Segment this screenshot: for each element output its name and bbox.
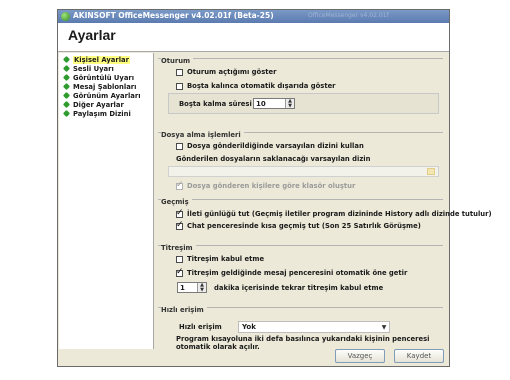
default-dir-field[interactable] [168, 166, 439, 177]
checkbox-label: Oturum açtığımı göster [187, 68, 277, 76]
sidebar-item-label: Sesli Uyarı [73, 64, 114, 73]
klasor-olustur-checkbox[interactable] [176, 180, 184, 190]
idle-time-stepper[interactable]: 10 ▲ ▼ [253, 98, 295, 109]
idle-time-label: Boşta kalma süresi [179, 100, 252, 108]
ileti-gunlugu-checkbox[interactable] [176, 208, 184, 218]
arrow-down-icon[interactable]: ▼ [198, 287, 206, 293]
page-title: Ayarlar [68, 27, 116, 43]
arrow-icon [63, 92, 70, 99]
group-title: Titreşim [161, 244, 196, 252]
ileti-gunlugu-checkbox-row[interactable]: İleti günlüğü tut (Geçmiş iletiler progr… [176, 208, 492, 218]
group-title: Dosya alma işlemleri [161, 131, 244, 139]
window-title: AKINSOFT OfficeMessenger v4.02.01f (Beta… [73, 11, 274, 20]
sidebar-item-goruntulu-uyari[interactable]: Görüntülü Uyarı [63, 73, 134, 82]
chevron-down-icon[interactable]: ▼ [379, 324, 389, 331]
arrow-icon [63, 56, 70, 63]
titresim-one-getir-checkbox[interactable] [176, 267, 184, 277]
sidebar-item-sesli-uyari[interactable]: Sesli Uyarı [63, 64, 114, 73]
group-title: Hızlı erişim [161, 306, 207, 314]
checkbox-label: Chat penceresinde kısa geçmiş tut (Son 2… [187, 222, 421, 230]
klasor-olustur-checkbox-row[interactable]: Dosya gönderen kişilere göre klasör oluş… [176, 180, 356, 190]
idle-time-value[interactable]: 10 [254, 100, 285, 108]
sidebar-item-paylasim-dizini[interactable]: Paylaşım Dizini [63, 109, 131, 118]
titresim-one-getir-checkbox-row[interactable]: Titreşim geldiğinde mesaj penceresini ot… [176, 267, 408, 277]
arrow-down-icon[interactable]: ▼ [286, 103, 294, 109]
save-button[interactable]: Kaydet [394, 349, 444, 363]
arrow-icon [63, 74, 70, 81]
varsayilan-dizin-checkbox[interactable] [176, 142, 183, 150]
titresim-minutes-label: dakika içerisinde tekrar titreşim kabul … [214, 284, 384, 292]
hizli-erisim-select[interactable]: Yok ▼ [238, 321, 390, 333]
settings-content: Oturum Oturum açtığımı göster Boşta kalı… [155, 53, 492, 351]
sidebar-item-label: Görüntülü Uyarı [73, 73, 135, 82]
default-dir-label: Gönderilen dosyaların saklanacağı varsay… [176, 155, 371, 163]
hizli-erisim-label: Hızlı erişim [179, 323, 222, 331]
app-icon [61, 12, 70, 21]
settings-window: AKINSOFT OfficeMessenger v4.02.01f (Beta… [57, 9, 492, 367]
kisa-gecmis-checkbox-row[interactable]: Chat penceresinde kısa geçmiş tut (Son 2… [176, 220, 421, 230]
arrow-icon [63, 65, 70, 72]
titresim-minutes-stepper[interactable]: 1 ▲ ▼ [177, 282, 207, 293]
arrow-icon [63, 83, 70, 90]
window-title-faded: OfficeMessenger v4.02.01f [308, 12, 389, 19]
arrow-icon [63, 101, 70, 108]
titresim-kabul-etme-checkbox-row[interactable]: Titreşim kabul etme [176, 255, 264, 263]
idle-time-panel: Boşta kalma süresi 10 ▲ ▼ [168, 93, 439, 114]
group-hizli-erisim: Hızlı erişim Hızlı erişim Yok ▼ Program … [158, 306, 443, 351]
group-gecmis: Geçmiş İleti günlüğü tut (Geçmiş iletile… [158, 198, 492, 240]
sidebar-item-label: Diğer Ayarlar [73, 100, 124, 109]
sidebar-item-gorunum-ayarlari[interactable]: Görünüm Ayarları [63, 91, 141, 100]
checkbox-label: İleti günlüğü tut (Geçmiş iletiler progr… [187, 210, 492, 218]
checkbox-label: Dosya gönderildiğinde varsayılan dizini … [187, 142, 364, 150]
oturum-acik-checkbox[interactable] [176, 68, 183, 76]
stepper-arrows[interactable]: ▲ ▼ [285, 99, 294, 108]
checkbox-label: Dosya gönderen kişilere göre klasör oluş… [187, 182, 356, 190]
group-dosya: Dosya alma işlemleri Dosya gönderildiğin… [158, 131, 443, 193]
group-oturum: Oturum Oturum açtığımı göster Boşta kalı… [158, 57, 443, 122]
group-title: Geçmiş [161, 198, 192, 206]
cancel-button[interactable]: Vazgeç [335, 349, 385, 363]
sidebar-item-label: Paylaşım Dizini [73, 109, 131, 118]
oturum-acik-checkbox-row[interactable]: Oturum açtığımı göster [176, 68, 276, 76]
group-titresim: Titreşim Titreşim kabul etme Titreşim ge… [158, 244, 443, 301]
sidebar-item-label: Görünüm Ayarları [73, 91, 141, 100]
group-title: Oturum [161, 57, 194, 65]
checkbox-label: Titreşim kabul etme [187, 255, 265, 263]
varsayilan-dizin-checkbox-row[interactable]: Dosya gönderildiğinde varsayılan dizini … [176, 142, 364, 150]
arrow-icon [63, 110, 70, 117]
sidebar-item-diger-ayarlar[interactable]: Diğer Ayarlar [63, 100, 124, 109]
stepper-arrows[interactable]: ▲ ▼ [197, 283, 206, 292]
hizli-erisim-value: Yok [242, 323, 256, 331]
sidebar-item-label: Mesaj Şablonları [73, 82, 137, 91]
titresim-minutes-value[interactable]: 1 [178, 284, 197, 292]
title-bar[interactable]: AKINSOFT OfficeMessenger v4.02.01f (Beta… [58, 10, 449, 23]
kisa-gecmis-checkbox[interactable] [176, 220, 184, 230]
folder-icon[interactable] [427, 168, 435, 175]
bosta-otomatik-checkbox[interactable] [176, 82, 183, 90]
checkbox-label: Titreşim geldiğinde mesaj penceresini ot… [187, 269, 408, 277]
sidebar-item-kisisel-ayarlar[interactable]: Kişisel Ayarlar [63, 55, 130, 64]
titresim-kabul-etme-checkbox[interactable] [176, 255, 183, 263]
sidebar-item-label: Kişisel Ayarlar [73, 55, 130, 64]
header: Ayarlar [58, 23, 449, 52]
bosta-otomatik-checkbox-row[interactable]: Boşta kalınca otomatik dışarıda göster [176, 82, 336, 90]
sidebar-item-mesaj-sablonlari[interactable]: Mesaj Şablonları [63, 82, 137, 91]
sidebar: Kişisel Ayarlar Sesli Uyarı Görüntülü Uy… [59, 53, 154, 349]
checkbox-label: Boşta kalınca otomatik dışarıda göster [187, 82, 336, 90]
